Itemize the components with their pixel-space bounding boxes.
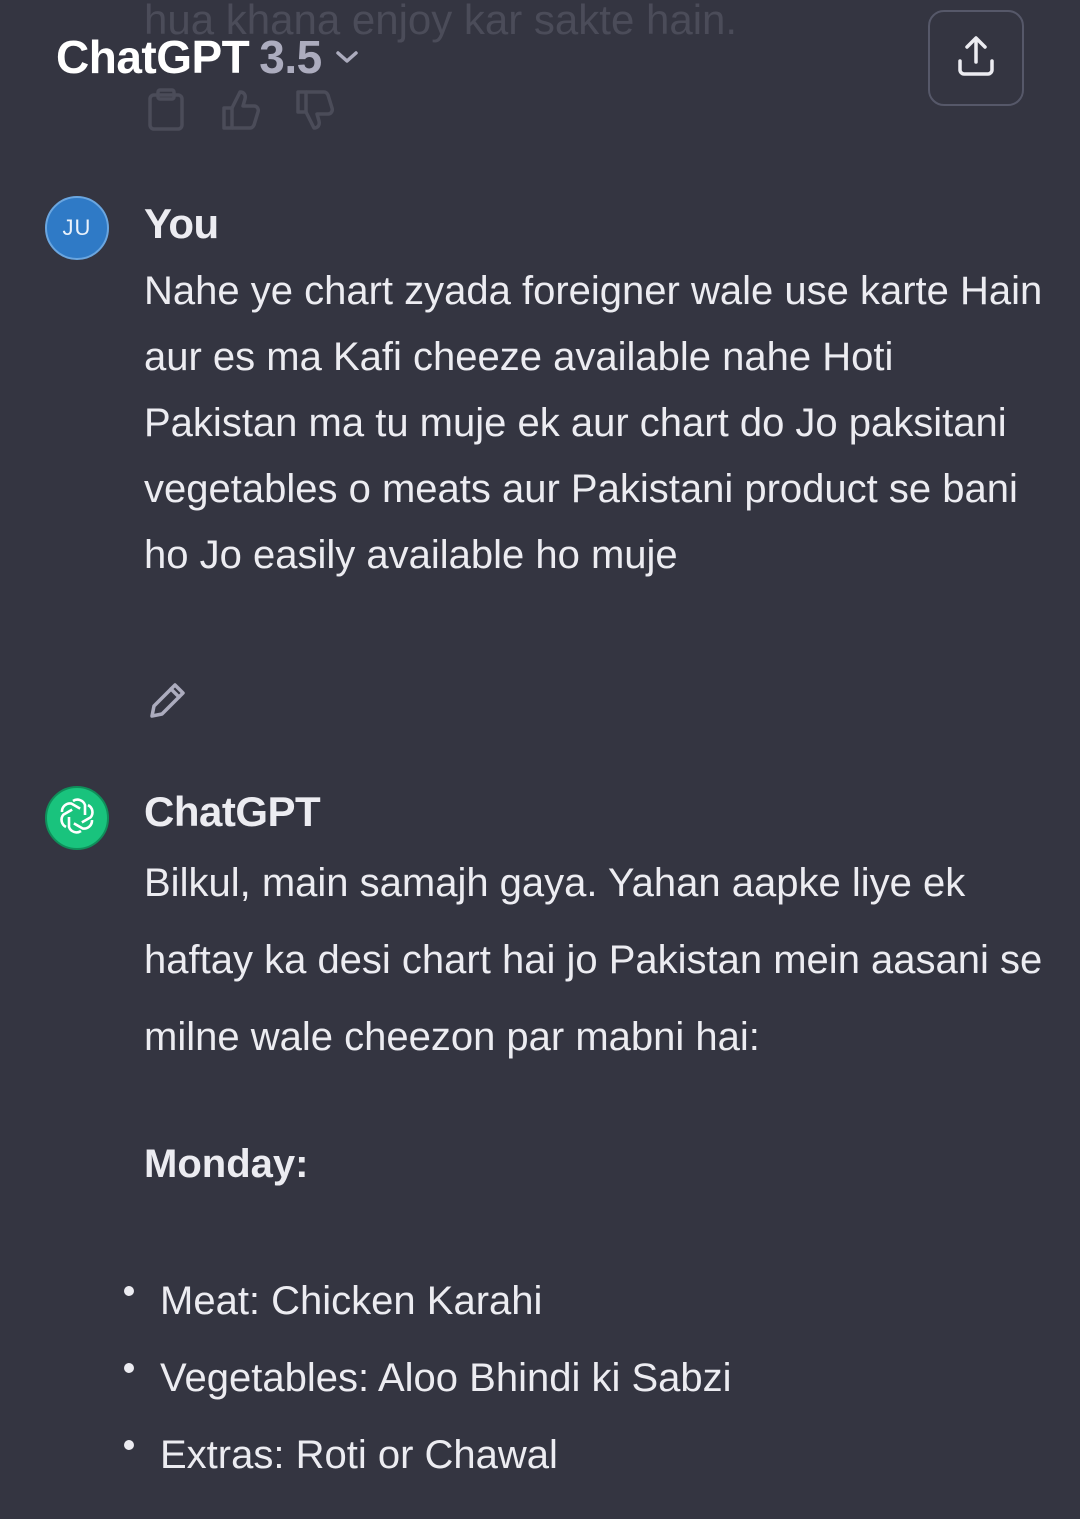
thumbs-down-icon[interactable]: [294, 88, 334, 132]
list-item: Vegetables: Aloo Bhindi ki Sabzi: [120, 1340, 732, 1417]
app-title: ChatGPT: [56, 31, 250, 83]
thumbs-up-icon[interactable]: [220, 88, 260, 132]
model-selector[interactable]: ChatGPT 3.5: [56, 30, 360, 84]
openai-logo-icon: [56, 795, 98, 842]
bullet-icon: [124, 1440, 134, 1450]
assistant-intro-text: Bilkul, main samajh gaya. Yahan aapke li…: [144, 861, 1043, 1059]
user-sender-name: You: [144, 200, 219, 247]
bullet-icon: [124, 1286, 134, 1296]
user-message-text: Nahe ye chart zyada foreigner wale use k…: [144, 269, 1043, 577]
day-heading: Monday:: [144, 1142, 309, 1186]
list-item-text: Meat: Chicken Karahi: [160, 1279, 543, 1323]
share-button[interactable]: [928, 10, 1024, 106]
user-avatar: JU: [45, 196, 109, 260]
pencil-icon[interactable]: [148, 680, 188, 720]
share-upload-icon: [956, 35, 996, 82]
meal-list: Meat: Chicken Karahi Vegetables: Aloo Bh…: [120, 1263, 732, 1494]
assistant-sender-name: ChatGPT: [144, 788, 321, 835]
chevron-down-icon[interactable]: [334, 48, 360, 66]
assistant-avatar: [45, 786, 109, 850]
list-item: Extras: Roti or Chawal: [120, 1417, 732, 1494]
user-avatar-initials: JU: [62, 215, 92, 240]
model-version: 3.5: [259, 31, 322, 83]
list-item-text: Extras: Roti or Chawal: [160, 1433, 558, 1477]
bullet-icon: [124, 1363, 134, 1373]
clipboard-icon[interactable]: [146, 88, 186, 132]
list-item-text: Vegetables: Aloo Bhindi ki Sabzi: [160, 1356, 732, 1400]
list-item: Meat: Chicken Karahi: [120, 1263, 732, 1340]
previous-message-actions: [146, 88, 334, 132]
